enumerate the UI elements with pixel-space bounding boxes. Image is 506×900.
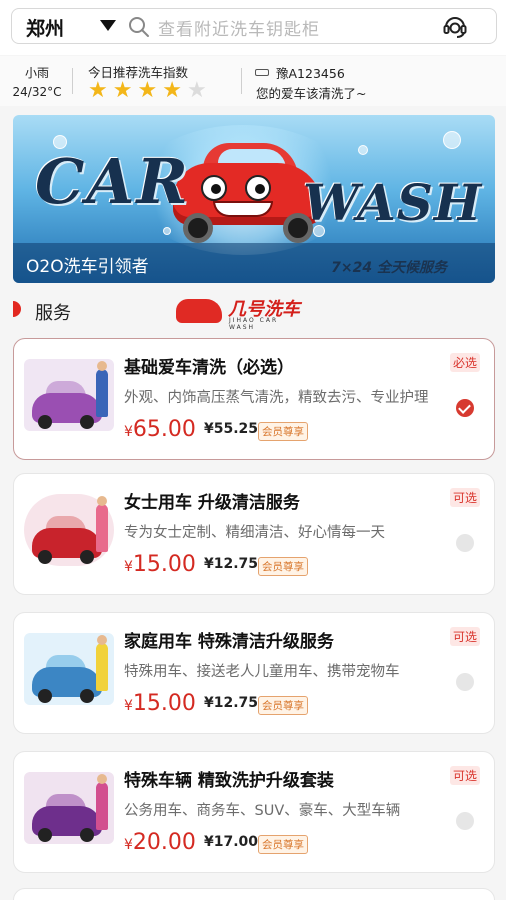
service-thumbnail [24,772,114,852]
member-tag: 会员尊享 [258,557,308,576]
star-filled-icon: ★ [162,78,182,103]
plate-message: 您的爱车该清洗了~ [256,86,367,101]
star-filled-icon: ★ [88,78,108,103]
required-badge: 必选 [449,353,480,372]
optional-badge: 可选 [449,627,480,646]
brand-car-icon [176,299,222,323]
weather-widget: 小雨 24/32°C [12,64,62,102]
wash-index-stars: ★ ★ ★ ★ ★ [88,80,212,102]
city-selector[interactable]: 郑州 [26,14,64,41]
member-price: ¥12.75 [204,556,259,572]
service-price: ¥65.00 [124,417,196,442]
unchecked-icon[interactable] [456,812,474,830]
service-card[interactable]: 基础爱车清洗（必选） 外观、内饰高压蒸气清洗，精致去污、专业护理 ¥65.00 … [13,338,495,460]
banner-hours: 7×24 全天候服务 [331,260,447,276]
section-marker [13,301,21,317]
star-filled-icon: ★ [137,78,158,103]
customer-service-icon[interactable] [442,13,468,39]
service-title: 特殊车辆 精致洗护升级套装 [124,771,334,791]
checked-icon[interactable] [456,399,474,417]
section-title: 服务 [35,303,71,324]
brand-subtitle: JIHAO CAR WASH [229,317,279,331]
service-card[interactable]: 特殊车辆 精致洗护升级套装 公务用车、商务车、SUV、豪车、大型车辆 ¥20.0… [13,751,495,873]
plate-number[interactable]: 豫A123456 [276,63,345,82]
service-price: ¥20.00 [124,830,196,855]
section-header: 服务 几号洗车 JIHAO CAR WASH [0,290,506,331]
service-title: 基础爱车清洗（必选） [124,358,294,378]
star-filled-icon: ★ [112,78,133,103]
brand-logo: 几号洗车 JIHAO CAR WASH [176,295,306,331]
service-card-partial[interactable] [13,888,495,900]
top-bar: 郑州 查看附近洗车钥匙柜 [0,0,506,55]
service-desc: 特殊用车、接送老人儿童用车、携带宠物车 [124,664,400,680]
service-price: ¥15.00 [124,552,196,577]
service-desc: 专为女士定制、精细清洁、好心情每一天 [124,525,385,541]
service-desc: 公务用车、商务车、SUV、豪车、大型车辆 [124,803,401,819]
weather-temp: 24/32°C [12,85,62,99]
search-box[interactable]: 郑州 查看附近洗车钥匙柜 [11,8,497,44]
search-icon[interactable] [128,16,150,38]
unchecked-icon[interactable] [456,673,474,691]
optional-badge: 可选 [449,488,480,507]
banner-word-wash: WASH [303,173,483,232]
service-title: 家庭用车 特殊清洁升级服务 [124,632,334,652]
car-smile [213,201,273,217]
service-title: 女士用车 升级清洁服务 [124,493,300,513]
star-empty-icon: ★ [186,78,207,103]
bubble [443,131,461,149]
optional-badge: 可选 [449,766,480,785]
member-tag: 会员尊享 [258,696,308,715]
service-card[interactable]: 家庭用车 特殊清洁升级服务 特殊用车、接送老人儿童用车、携带宠物车 ¥15.00… [13,612,495,734]
service-thumbnail [24,633,114,713]
member-tag: 会员尊享 [258,422,308,441]
search-input[interactable]: 查看附近洗车钥匙柜 [158,15,320,40]
weather-desc: 小雨 [24,66,49,80]
plate-icon [255,69,269,76]
caret-down-icon[interactable] [100,20,116,31]
unchecked-icon[interactable] [456,534,474,552]
service-card[interactable]: 女士用车 升级清洁服务 专为女士定制、精细清洁、好心情每一天 ¥15.00 ¥1… [13,473,495,595]
service-price: ¥15.00 [124,691,196,716]
car-eye [245,175,271,201]
member-price: ¥55.25 [204,421,259,437]
service-thumbnail [24,494,114,574]
bubble [358,145,368,155]
member-price: ¥12.75 [204,695,259,711]
member-price: ¥17.00 [204,834,259,850]
banner-slogan: O2O洗车引领者 [26,257,149,277]
divider [241,68,242,94]
service-desc: 外观、内饰高压蒸气清洗，精致去污、专业护理 [124,390,429,406]
banner-word-car: CAR [35,145,190,218]
divider [72,68,73,94]
car-eye [201,175,227,201]
promo-banner[interactable]: CAR WASH O2O洗车引领者 7×24 全天候服务 [13,115,495,283]
service-thumbnail [24,359,114,439]
bubble [163,227,171,235]
member-tag: 会员尊享 [258,835,308,854]
banner-footer: O2O洗车引领者 7×24 全天候服务 [13,243,495,283]
info-row: 小雨 24/32°C 今日推荐洗车指数 ★ ★ ★ ★ ★ 豫A123456 您的爱车该… [0,56,506,106]
